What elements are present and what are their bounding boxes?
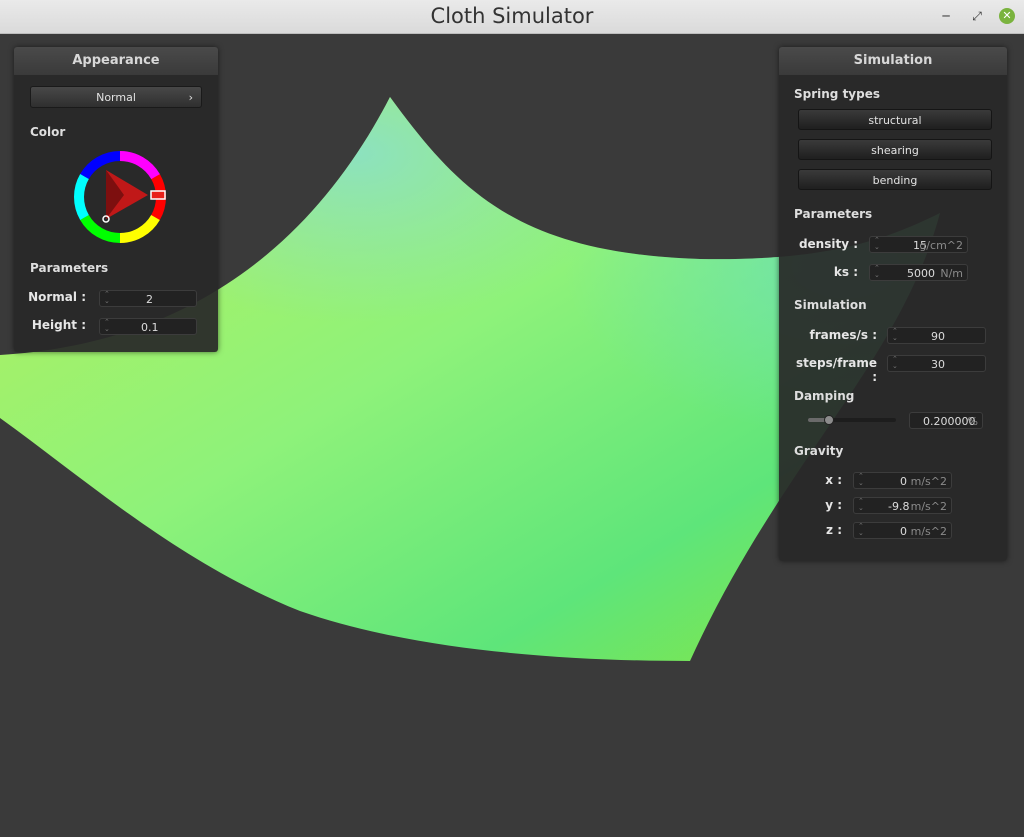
frames-input[interactable]: ⌃ ⌄ 90 bbox=[887, 327, 986, 344]
color-label: Color bbox=[30, 125, 66, 139]
minimize-icon[interactable]: ─ bbox=[938, 8, 954, 24]
gravity-x-input[interactable]: ⌃ ⌄ 0 m/s^2 bbox=[853, 472, 952, 489]
appearance-title: Appearance bbox=[14, 47, 218, 75]
ks-value: 5000 bbox=[907, 267, 935, 280]
chevron-right-icon: › bbox=[188, 91, 193, 104]
height-input[interactable]: ⌃ ⌄ 0.1 bbox=[99, 318, 197, 335]
appearance-panel: Appearance Normal › Color Parameters Nor… bbox=[14, 47, 218, 352]
spinner-icon[interactable]: ⌃ ⌄ bbox=[858, 473, 864, 487]
hue-handle bbox=[150, 190, 166, 200]
density-label: density : bbox=[798, 237, 858, 251]
damping-label: Damping bbox=[794, 389, 855, 403]
simulation-panel: Simulation Spring types structural shear… bbox=[779, 47, 1007, 561]
gravity-x-value: 0 bbox=[900, 475, 907, 488]
spinner-icon[interactable]: ⌃ ⌄ bbox=[104, 319, 110, 333]
window-title: Cloth Simulator bbox=[430, 4, 594, 28]
spinner-icon[interactable]: ⌃ ⌄ bbox=[892, 328, 898, 342]
gravity-y-input[interactable]: ⌃ ⌄ -9.8 m/s^2 bbox=[853, 497, 952, 514]
damping-input[interactable]: 0.200000 % bbox=[909, 412, 983, 429]
steps-input[interactable]: ⌃ ⌄ 30 bbox=[887, 355, 986, 372]
color-wheel[interactable] bbox=[72, 149, 168, 245]
gravity-z-unit: m/s^2 bbox=[910, 525, 947, 538]
frames-label: frames/s : bbox=[809, 328, 877, 342]
title-bar: Cloth Simulator ─ ⤢ ✕ bbox=[0, 0, 1024, 34]
damping-slider-handle[interactable] bbox=[823, 415, 834, 425]
gravity-y-value: -9.8 bbox=[888, 500, 910, 513]
gravity-label: Gravity bbox=[794, 444, 844, 458]
ks-input[interactable]: ⌃ ⌄ 5000 N/m bbox=[869, 264, 968, 281]
appearance-parameters-label: Parameters bbox=[30, 261, 109, 275]
normal-input[interactable]: ⌃ ⌄ 2 bbox=[99, 290, 197, 307]
gravity-x-label: x : bbox=[825, 473, 842, 487]
simulation-section-label: Simulation bbox=[794, 298, 867, 312]
gravity-z-value: 0 bbox=[900, 525, 907, 538]
maximize-icon[interactable]: ⤢ bbox=[969, 8, 985, 24]
damping-slider-fill bbox=[808, 418, 826, 422]
steps-value: 30 bbox=[931, 358, 945, 371]
gravity-z-label: z : bbox=[826, 523, 842, 537]
ks-unit: N/m bbox=[940, 267, 963, 280]
shearing-button[interactable]: shearing bbox=[798, 139, 992, 160]
shader-select-value: Normal bbox=[96, 91, 136, 104]
ks-label: ks : bbox=[833, 265, 858, 279]
height-value: 0.1 bbox=[141, 321, 159, 334]
gravity-z-input[interactable]: ⌃ ⌄ 0 m/s^2 bbox=[853, 522, 952, 539]
shader-select[interactable]: Normal › bbox=[30, 86, 202, 108]
spring-types-label: Spring types bbox=[794, 87, 881, 101]
steps-label: steps/frame : bbox=[795, 356, 877, 384]
simulation-title: Simulation bbox=[779, 47, 1007, 75]
spinner-icon[interactable]: ⌃ ⌄ bbox=[858, 523, 864, 537]
spinner-icon[interactable]: ⌃ ⌄ bbox=[892, 356, 898, 370]
simulation-parameters-label: Parameters bbox=[794, 207, 873, 221]
gravity-y-unit: m/s^2 bbox=[910, 500, 947, 513]
spinner-icon[interactable]: ⌃ ⌄ bbox=[874, 265, 880, 279]
spinner-icon[interactable]: ⌃ ⌄ bbox=[858, 498, 864, 512]
close-icon[interactable]: ✕ bbox=[999, 8, 1015, 24]
damping-unit: % bbox=[967, 415, 978, 428]
spinner-icon[interactable]: ⌃ ⌄ bbox=[104, 291, 110, 305]
density-unit: g/cm^2 bbox=[919, 239, 963, 252]
normal-value: 2 bbox=[146, 293, 153, 306]
damping-slider[interactable] bbox=[808, 415, 896, 425]
spinner-icon[interactable]: ⌃ ⌄ bbox=[874, 237, 880, 251]
height-label: Height : bbox=[31, 318, 86, 332]
frames-value: 90 bbox=[931, 330, 945, 343]
normal-label: Normal : bbox=[28, 290, 86, 304]
density-input[interactable]: ⌃ ⌄ 15 g/cm^2 bbox=[869, 236, 968, 253]
bending-button[interactable]: bending bbox=[798, 169, 992, 190]
gravity-x-unit: m/s^2 bbox=[910, 475, 947, 488]
structural-button[interactable]: structural bbox=[798, 109, 992, 130]
gravity-y-label: y : bbox=[825, 498, 842, 512]
